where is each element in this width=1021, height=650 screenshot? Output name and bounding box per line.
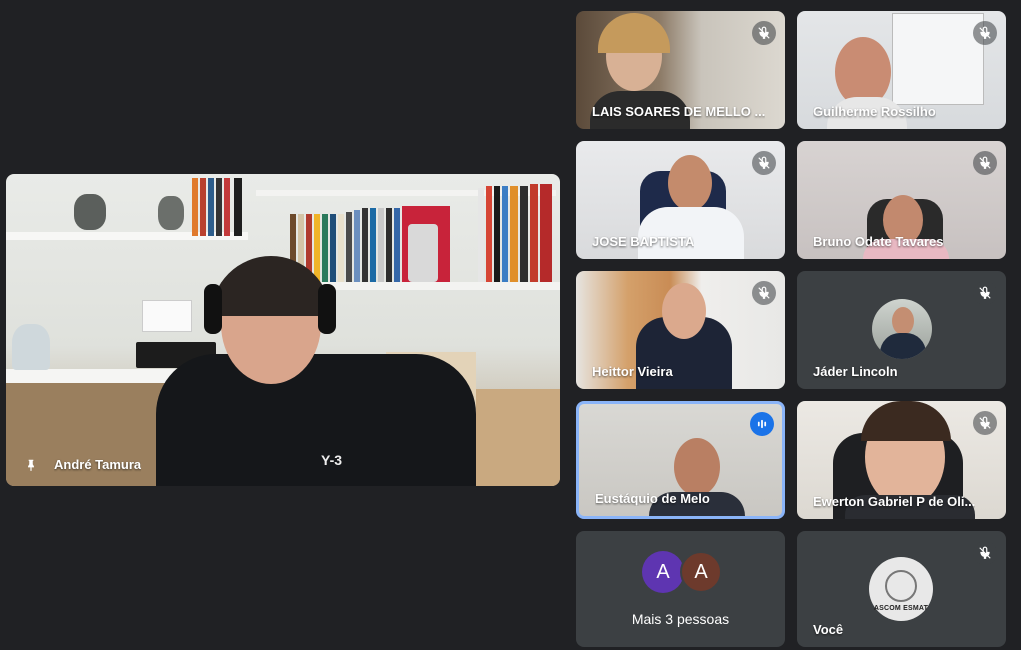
statue [74, 194, 106, 230]
mic-off-icon [973, 151, 997, 175]
mic-off-icon [973, 411, 997, 435]
book [330, 214, 336, 282]
participant-tile[interactable]: Heittor Vieira [576, 271, 785, 389]
book [478, 188, 484, 282]
book [314, 214, 320, 282]
book [354, 210, 360, 282]
side-table [476, 389, 560, 486]
book [338, 214, 344, 282]
logo-mark [885, 570, 917, 602]
audio-level-icon [750, 412, 774, 436]
mic-off-icon [973, 541, 997, 565]
participant-name: André Tamura [54, 457, 142, 472]
participant-name: Bruno Odate Tavares [813, 234, 944, 249]
sign [142, 300, 192, 332]
more-participants-tile[interactable]: A A Mais 3 pessoas [576, 531, 785, 647]
participant-tile[interactable]: Eustáquio de Melo [576, 401, 785, 519]
more-participants-label: Mais 3 pessoas [631, 611, 730, 627]
book [216, 178, 222, 236]
main-speaker-tile[interactable]: Y-3 André Tamura [6, 174, 560, 486]
statue [158, 196, 184, 230]
meeting-grid: Y-3 André Tamura LAIS SOARES DE MELLO ..… [0, 0, 1021, 650]
participant-name: LAIS SOARES DE MELLO ... [592, 104, 766, 119]
book [386, 208, 392, 282]
participant-name: JOSE BAPTISTA [592, 234, 695, 249]
person-body [156, 354, 476, 486]
book [346, 212, 352, 282]
participant-name: Você [813, 622, 844, 637]
book [224, 178, 230, 236]
book [510, 186, 518, 282]
person-hair [598, 13, 670, 53]
mic-off-icon [752, 21, 776, 45]
participant-tile[interactable]: Jáder Lincoln [797, 271, 1006, 389]
book [494, 186, 500, 282]
book [192, 178, 198, 236]
participant-tile[interactable]: Ewerton Gabriel P de Oli... [797, 401, 1006, 519]
book [540, 184, 552, 282]
book [378, 208, 384, 282]
jar [12, 324, 50, 370]
participant-name: Ewerton Gabriel P de Oli... [813, 494, 976, 509]
mic-off-icon [752, 281, 776, 305]
participant-avatar: A [680, 551, 722, 593]
participant-name: Jáder Lincoln [813, 364, 898, 379]
headphone [204, 284, 222, 334]
person-face [668, 155, 712, 211]
participant-name: Guilherme Rossilho [813, 104, 936, 119]
mic-off-icon [973, 281, 997, 305]
participant-tile[interactable]: LAIS SOARES DE MELLO ... [576, 11, 785, 129]
participant-avatar [872, 299, 932, 359]
person-hair [861, 401, 951, 441]
participant-name: Eustáquio de Melo [595, 491, 710, 506]
participant-avatar: ASCOM ESMAT [869, 557, 933, 621]
participant-tile[interactable]: Bruno Odate Tavares [797, 141, 1006, 259]
person-face [674, 438, 720, 496]
book [322, 214, 328, 282]
participant-tile[interactable]: JOSE BAPTISTA [576, 141, 785, 259]
headphone [318, 284, 336, 334]
book [234, 178, 242, 236]
mic-off-icon [752, 151, 776, 175]
person-hair [211, 256, 331, 316]
pin-icon[interactable] [24, 457, 38, 473]
participant-tile[interactable]: Guilherme Rossilho [797, 11, 1006, 129]
book [394, 208, 400, 282]
book [370, 208, 376, 282]
person-body [638, 207, 744, 259]
logo-text: ASCOM ESMAT [873, 605, 929, 612]
self-tile[interactable]: ASCOM ESMAT Você [797, 531, 1006, 647]
book [486, 186, 492, 282]
participant-name: Heittor Vieira [592, 364, 673, 379]
book [520, 186, 528, 282]
shirt-logo: Y-3 [321, 452, 343, 468]
box [408, 224, 438, 282]
book [208, 178, 214, 236]
book [200, 178, 206, 236]
book [530, 184, 538, 282]
book [362, 208, 368, 282]
mic-off-icon [973, 21, 997, 45]
participant-avatar: A [642, 551, 684, 593]
person-face [662, 283, 706, 339]
book [502, 186, 508, 282]
poster [892, 13, 984, 105]
